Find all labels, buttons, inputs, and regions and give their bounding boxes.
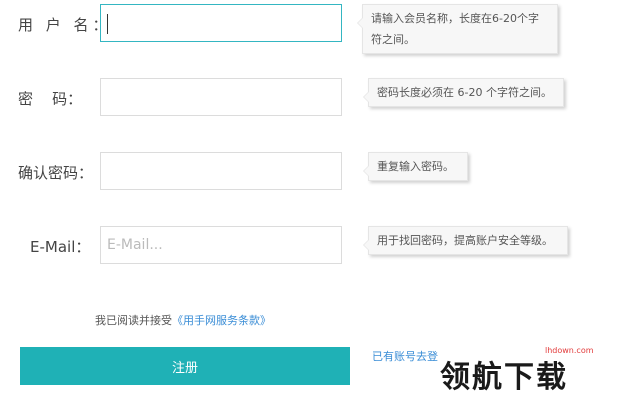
password-input[interactable]	[100, 78, 342, 116]
email-tip: 用于找回密码，提高账户安全等级。	[363, 226, 568, 255]
confirm-password-input[interactable]	[100, 152, 342, 190]
username-tip: 请输入会员名称，长度在6-20个字 符之间。	[357, 4, 558, 54]
username-tip-line1: 请输入会员名称，长度在6-20个字	[371, 12, 539, 25]
watermark-logo: 领航下载	[440, 360, 568, 395]
register-button[interactable]: 注册	[20, 347, 350, 385]
username-tip-line2: 符之间。	[371, 33, 415, 46]
password-tip: 密码长度必须在 6-20 个字符之间。	[363, 78, 564, 107]
password-tip-text: 密码长度必须在 6-20 个字符之间。	[377, 86, 552, 99]
email-input[interactable]	[100, 226, 342, 264]
password-label: 密 码：	[18, 90, 83, 108]
confirm-password-row: 确认密码：	[0, 152, 618, 196]
confirm-password-tip-text: 重复输入密码。	[377, 160, 454, 173]
login-link[interactable]: 已有账号去登	[372, 348, 438, 364]
terms-link[interactable]: 《用手网服务条款》	[172, 314, 271, 327]
username-label: 用 户 名：	[18, 16, 112, 34]
agreement-prefix: 我已阅读并接受	[95, 314, 172, 327]
text-caret	[107, 14, 108, 34]
email-tip-text: 用于找回密码，提高账户安全等级。	[377, 234, 553, 247]
email-label: E-Mail：	[30, 238, 91, 256]
confirm-password-label: 确认密码：	[18, 164, 94, 182]
confirm-password-tip: 重复输入密码。	[363, 152, 468, 181]
username-input[interactable]	[100, 4, 342, 42]
agreement-text: 我已阅读并接受《用手网服务条款》	[95, 312, 271, 328]
